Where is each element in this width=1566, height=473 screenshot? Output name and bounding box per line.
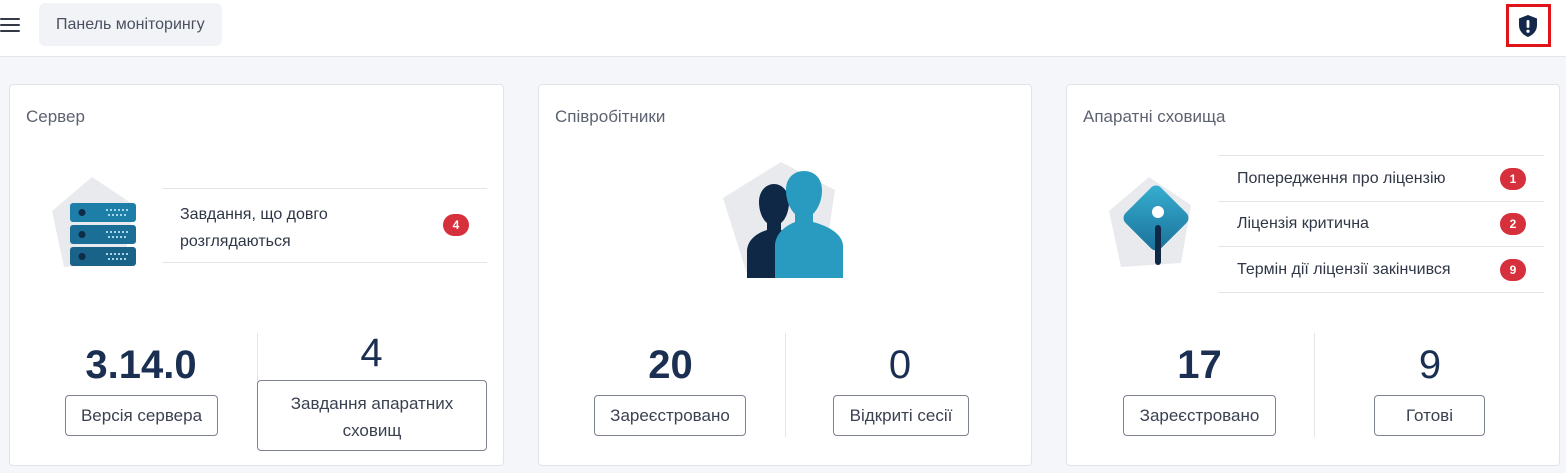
storage-tasks-value: 4 [360, 331, 383, 375]
license-alert-list: Попередження про ліцензію 1 Ліцензія кри… [1218, 155, 1544, 293]
registered-storages-label: Зареєстровано [1139, 406, 1260, 425]
top-bar: Панель моніторингу [0, 0, 1566, 57]
license-warning-label: Попередження про ліцензію [1237, 170, 1446, 187]
ready-storages-value: 9 [1418, 343, 1442, 387]
license-expired-item[interactable]: Термін дії ліцензії закінчився 9 [1218, 247, 1544, 293]
server-version-label: Версія сервера [80, 406, 203, 425]
long-running-tasks-badge: 4 [443, 214, 469, 236]
storage-tasks-label: Завдання апаратних сховищ [290, 394, 454, 440]
server-rack-icon [52, 177, 136, 267]
registered-employees-value: 20 [648, 343, 693, 387]
registered-storages-value: 17 [1177, 343, 1222, 387]
registered-storages-button[interactable]: Зареєстровано [1123, 395, 1276, 436]
server-card: Сервер Завдання, що довго розглядаються … [9, 84, 504, 466]
shield-exclamation-icon [1519, 15, 1537, 37]
server-card-title: Сервер [26, 107, 85, 126]
storage-tasks-button[interactable]: Завдання апаратних сховищ [257, 380, 487, 451]
long-running-tasks-item[interactable]: Завдання, що довго розглядаються 4 [162, 189, 487, 263]
license-critical-item[interactable]: Ліцензія критична 2 [1218, 202, 1544, 247]
storages-stats-divider [1314, 333, 1315, 437]
hardware-storages-card: Апаратні сховища Попередження про ліценз… [1066, 84, 1560, 466]
security-alert-button[interactable] [1506, 4, 1551, 47]
users-icon [723, 162, 843, 278]
long-running-tasks-label: Завдання, що довго розглядаються [180, 206, 328, 250]
hamburger-menu-icon[interactable] [0, 14, 22, 36]
employees-card: Співробітники 20 Зареєстровано 0 Відкрит… [538, 84, 1032, 466]
server-task-list: Завдання, що довго розглядаються 4 [162, 188, 487, 263]
ready-storages-button[interactable]: Готові [1374, 395, 1485, 436]
license-expired-badge: 9 [1500, 259, 1526, 281]
license-critical-label: Ліцензія критична [1237, 215, 1369, 232]
server-version-button[interactable]: Версія сервера [65, 395, 218, 436]
license-expired-label: Термін дії ліцензії закінчився [1237, 261, 1451, 278]
breadcrumb-dashboard[interactable]: Панель моніторингу [39, 3, 222, 46]
warning-info-icon [1109, 177, 1191, 267]
license-warning-badge: 1 [1500, 168, 1526, 190]
registered-employees-label: Зареєстровано [610, 406, 730, 425]
license-critical-badge: 2 [1500, 213, 1526, 235]
employees-card-title: Співробітники [555, 107, 666, 126]
open-sessions-value: 0 [888, 343, 912, 387]
ready-storages-label: Готові [1405, 406, 1453, 425]
open-sessions-label: Відкриті сесії [849, 406, 953, 425]
license-warning-item[interactable]: Попередження про ліцензію 1 [1218, 156, 1544, 202]
hardware-storages-card-title: Апаратні сховища [1083, 107, 1226, 126]
server-version-value: 3.14.0 [85, 343, 197, 387]
employees-stats-divider [785, 333, 786, 437]
open-sessions-button[interactable]: Відкриті сесії [833, 395, 969, 436]
registered-employees-button[interactable]: Зареєстровано [594, 395, 746, 436]
